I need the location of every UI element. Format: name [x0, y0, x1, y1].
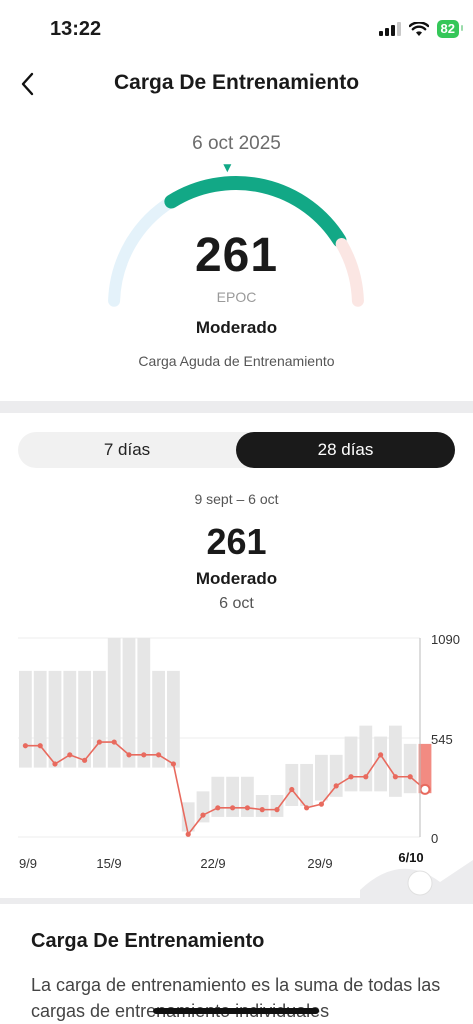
data-point	[244, 805, 250, 811]
data-point	[304, 805, 310, 811]
optimal-range-bar	[19, 670, 32, 768]
data-point	[141, 752, 147, 758]
data-point	[67, 752, 73, 758]
x-tick-label: 15/9	[96, 856, 121, 871]
data-point	[111, 739, 117, 745]
optimal-range-bar	[137, 638, 151, 768]
summary-unit: EPOC	[216, 289, 257, 305]
x-tick-label: 29/9	[307, 856, 332, 871]
optimal-range-bar	[241, 776, 254, 817]
toggle-28-days[interactable]: 28 días	[236, 432, 455, 468]
data-point	[82, 757, 88, 763]
optimal-range-bar	[78, 670, 91, 768]
data-point	[333, 783, 339, 789]
data-point	[215, 805, 221, 811]
optimal-range-bar	[48, 670, 62, 768]
data-point	[318, 801, 324, 807]
summary-level: Moderado	[195, 318, 278, 337]
optimal-range-bar	[196, 791, 210, 823]
gauge-marker-icon	[223, 164, 232, 173]
status-time: 13:22	[50, 18, 102, 40]
optimal-range-bar	[315, 754, 328, 801]
data-point	[363, 774, 369, 780]
data-point	[200, 812, 206, 818]
optimal-range-bar	[211, 776, 225, 817]
detail-value: 261	[206, 521, 267, 562]
y-tick-label: 0	[431, 831, 438, 846]
optimal-range-bar	[122, 638, 136, 768]
data-point	[348, 774, 354, 780]
data-point	[170, 761, 176, 767]
optimal-range-bar	[374, 736, 387, 792]
info-title: Carga De Entrenamiento	[31, 930, 265, 952]
optimal-range-bar	[344, 736, 358, 792]
data-point	[392, 774, 398, 780]
y-tick-label: 1090	[431, 632, 460, 647]
optimal-range-bar	[33, 670, 47, 768]
section-divider-2	[0, 898, 473, 904]
data-point	[156, 752, 162, 758]
data-point	[22, 743, 28, 749]
data-point	[259, 807, 265, 813]
x-tick-label: 9/9	[19, 856, 37, 871]
data-point	[230, 805, 236, 811]
data-point	[378, 752, 384, 758]
data-point	[407, 774, 413, 780]
page-title: Carga De Entrenamiento	[113, 71, 360, 94]
info-text: La carga de entrenamiento es la suma de …	[31, 975, 441, 1021]
optimal-range-bar	[93, 670, 106, 768]
data-point	[289, 786, 295, 793]
optimal-range-bar	[181, 802, 195, 832]
section-divider	[0, 401, 473, 413]
home-indicator[interactable]	[153, 1008, 319, 1014]
cellular-signal-icon	[378, 22, 401, 36]
optimal-range-bar	[389, 725, 402, 797]
period-toggle: 7 días 28 días	[18, 432, 455, 468]
optimal-range-bar	[300, 763, 313, 806]
data-point	[126, 752, 132, 758]
data-point	[185, 831, 191, 837]
optimal-range-bar	[285, 763, 299, 806]
data-point	[52, 761, 58, 767]
optimal-range-bar	[359, 725, 373, 792]
y-tick-label: 545	[431, 732, 453, 747]
training-load-chart[interactable]: 1090 545 0 9/9 15/9 22/9 29/9 6/10	[0, 620, 473, 900]
scrubber-handle[interactable]	[407, 870, 433, 896]
x-tick-label: 22/9	[200, 856, 225, 871]
optimal-range-bar	[403, 743, 417, 794]
data-point	[37, 743, 43, 749]
wifi-icon	[408, 21, 429, 36]
detail-date: 6 oct	[219, 595, 254, 612]
data-point	[419, 783, 431, 795]
data-point	[96, 739, 102, 745]
date-range: 9 sept – 6 oct	[194, 491, 279, 507]
toggle-7-days[interactable]: 7 días	[18, 432, 236, 468]
optimal-range-bar	[270, 795, 284, 817]
summary-label: Carga Aguda de Entrenamiento	[138, 353, 335, 369]
data-point	[274, 807, 280, 813]
optimal-range-bar	[107, 638, 121, 768]
optimal-range-bar	[255, 795, 269, 817]
x-tick-label-selected: 6/10	[398, 850, 423, 865]
optimal-range-bar	[167, 670, 180, 768]
battery-icon: 82	[436, 20, 464, 38]
status-icons: 82	[378, 20, 464, 38]
summary-value: 261	[194, 229, 279, 282]
summary-date: 6 oct 2025	[192, 133, 281, 154]
detail-level: Moderado	[195, 569, 278, 588]
optimal-range-bar	[226, 776, 239, 817]
